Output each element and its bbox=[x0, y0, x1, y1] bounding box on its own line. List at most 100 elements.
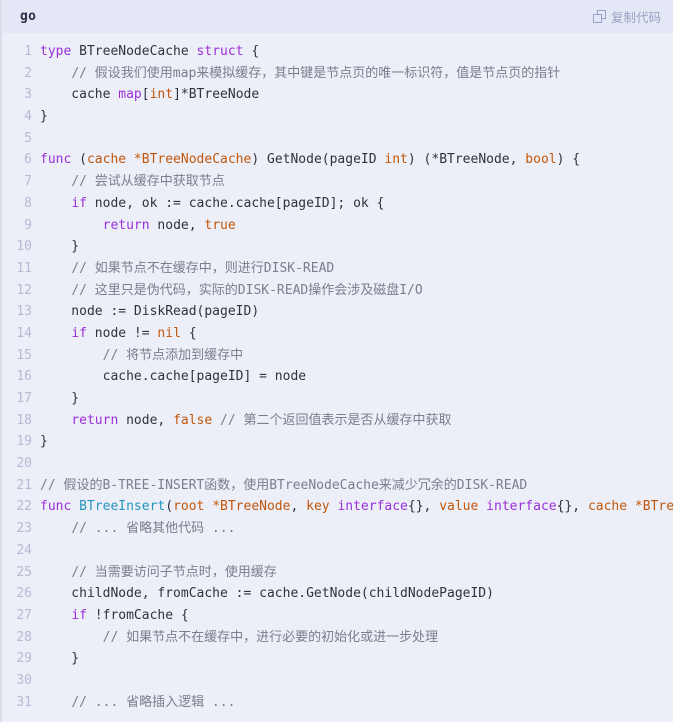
code-block: go 复制代码 1 type BTreeNodeCache struct {2 /… bbox=[0, 0, 673, 722]
code-line: 26 childNode, fromCache := cache.GetNode… bbox=[2, 583, 673, 605]
line-number: 16 bbox=[16, 369, 32, 385]
code-token: cache *BTreeNodeCache bbox=[86, 152, 252, 168]
language-label: go bbox=[20, 9, 37, 24]
code-line: 7 // 尝试从缓存中获取节点 bbox=[2, 171, 673, 193]
code-token: nil bbox=[157, 325, 181, 341]
line-number: 15 bbox=[16, 347, 32, 363]
code-line: 8 if node, ok := cache.cache[pageID]; ok… bbox=[2, 193, 673, 215]
code-token: interface bbox=[486, 499, 557, 515]
code-line: 31 // ... 省略插入逻辑 ... bbox=[2, 692, 673, 714]
line-number: 4 bbox=[24, 109, 32, 125]
copy-icon bbox=[592, 10, 606, 23]
line-number: 21 bbox=[16, 477, 32, 493]
code-token: { bbox=[243, 44, 260, 59]
code-token: cache bbox=[40, 87, 119, 103]
code-line: 10 } bbox=[2, 236, 673, 258]
code-token: { bbox=[180, 325, 197, 341]
line-number: 22 bbox=[16, 499, 32, 515]
code-token: int bbox=[384, 152, 408, 168]
code-token: BTreeInsert bbox=[79, 499, 166, 515]
code-token: // 如果节点不在缓存中，进行必要的初始化或进一步处理 bbox=[102, 629, 439, 645]
line-number: 31 bbox=[16, 694, 32, 710]
line-content: } bbox=[32, 431, 673, 453]
code-token: type bbox=[40, 44, 72, 59]
code-token: ) (*BTreeNode, bbox=[407, 152, 526, 168]
line-content: // 如果节点不在缓存中，则进行DISK-READ bbox=[32, 258, 673, 280]
line-content: } bbox=[32, 106, 673, 128]
code-token: ( bbox=[71, 152, 87, 168]
line-content: cache.cache[pageID] = node bbox=[32, 366, 673, 388]
code-line: 25 // 当需要访问子节点时，使用缓存 bbox=[2, 562, 673, 584]
line-number: 1 bbox=[24, 44, 32, 59]
code-token: {}, bbox=[407, 499, 440, 515]
code-token: // 将节点添加到缓存中 bbox=[102, 347, 244, 363]
code-line: 23 // ... 省略其他代码 ... bbox=[2, 518, 673, 540]
line-content: // 假设我们使用map来模拟缓存，其中键是节点页的唯一标识符，值是节点页的指针 bbox=[32, 63, 673, 85]
code-line: 11 // 如果节点不在缓存中，则进行DISK-READ bbox=[2, 258, 673, 280]
code-token: func bbox=[40, 152, 72, 168]
line-content: // 如果节点不在缓存中，进行必要的初始化或进一步处理 bbox=[32, 627, 673, 649]
copy-code-button[interactable]: 复制代码 bbox=[592, 7, 661, 26]
line-content: func BTreeInsert(root *BTreeNode, key in… bbox=[32, 496, 673, 518]
code-token: false bbox=[173, 412, 213, 428]
code-token: // 假设我们使用map来模拟缓存，其中键是节点页的唯一标识符，值是节点页的指针 bbox=[71, 65, 561, 81]
code-line: 22 func BTreeInsert(root *BTreeNode, key … bbox=[2, 496, 673, 518]
code-token: root *BTreeNode bbox=[173, 499, 291, 515]
code-line: 30 bbox=[2, 670, 673, 692]
code-token: func bbox=[40, 499, 72, 515]
code-line: 6 func (cache *BTreeNodeCache) GetNode(pa… bbox=[2, 149, 673, 171]
code-line: 4} bbox=[2, 106, 673, 128]
code-token: [ bbox=[141, 87, 150, 103]
code-token: ) { bbox=[556, 152, 581, 168]
code-token: // 当需要访问子节点时，使用缓存 bbox=[71, 564, 277, 580]
code-token: childNode, fromCache := cache.GetNode(ch… bbox=[40, 586, 494, 602]
copy-code-label: 复制代码 bbox=[610, 10, 661, 25]
code-line: 3 cache map[int]*BTreeNode bbox=[2, 84, 673, 106]
code-token: // ... 省略插入逻辑 ... bbox=[71, 694, 236, 710]
code-token: cache *BTreeNodeCache bbox=[587, 499, 673, 515]
code-token: node, bbox=[149, 217, 205, 233]
code-token: true bbox=[204, 217, 236, 233]
line-number: 29 bbox=[16, 651, 32, 667]
code-token: if bbox=[71, 607, 87, 623]
line-number: 10 bbox=[16, 239, 32, 255]
line-content: // 将节点添加到缓存中 bbox=[32, 345, 673, 367]
code-token: interface bbox=[337, 499, 408, 515]
code-line: 20 bbox=[2, 453, 673, 475]
line-content: childNode, fromCache := cache.GetNode(ch… bbox=[32, 583, 673, 605]
code-line: 29 } bbox=[2, 648, 673, 670]
code-token: node != bbox=[86, 325, 158, 341]
code-token: BTreeNodeCache bbox=[71, 44, 197, 59]
code-token: ( bbox=[165, 499, 174, 515]
code-lines: 1 type BTreeNodeCache struct {2 // 假设我们使用… bbox=[2, 41, 673, 713]
line-content: if node, ok := cache.cache[pageID]; ok { bbox=[32, 193, 673, 215]
code-token: // 第二个返回值表示是否从缓存中获取 bbox=[220, 412, 452, 428]
code-token: int bbox=[149, 87, 174, 103]
code-line: 14 if node != nil { bbox=[2, 323, 673, 345]
code-token: return bbox=[102, 217, 150, 233]
code-line: 2 // 假设我们使用map来模拟缓存，其中键是节点页的唯一标识符，值是节点页的… bbox=[2, 63, 673, 85]
line-content: // ... 省略其他代码 ... bbox=[32, 518, 673, 540]
code-token: map bbox=[118, 87, 142, 103]
code-token: bool bbox=[525, 152, 557, 168]
code-body[interactable]: 1 type BTreeNodeCache struct {2 // 假设我们使用… bbox=[2, 33, 673, 722]
line-number: 2 bbox=[24, 65, 32, 81]
code-line: 16 cache.cache[pageID] = node bbox=[2, 366, 673, 388]
code-token: struct bbox=[196, 44, 244, 59]
code-token: node, ok := cache.cache[pageID]; ok { bbox=[86, 195, 385, 211]
code-line: 5 bbox=[2, 128, 673, 150]
code-line: 13 node := DiskRead(pageID) bbox=[2, 301, 673, 323]
code-token: // 假设的B-TREE-INSERT函数，使用BTreeNodeCache来减… bbox=[40, 477, 528, 493]
line-number: 24 bbox=[16, 542, 32, 558]
line-content: } bbox=[32, 236, 673, 258]
